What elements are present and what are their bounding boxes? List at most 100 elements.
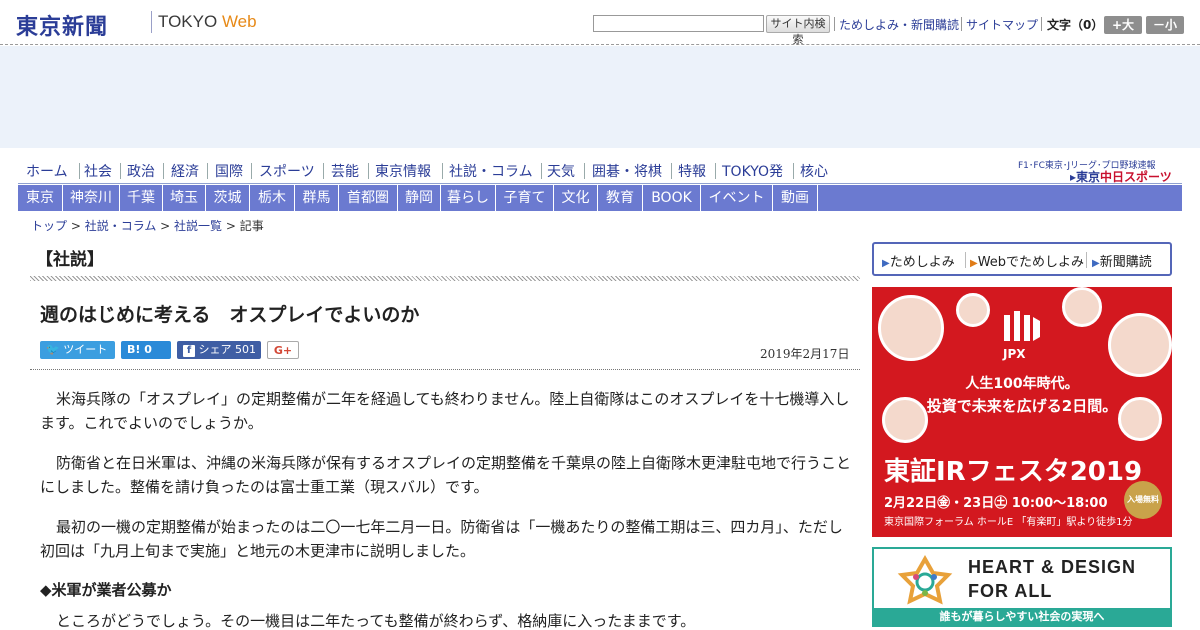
heart-design-title-1: HEART & DESIGN [968,557,1137,577]
header-divider [961,17,962,31]
sidebar-link-label: ためしよみ [889,255,955,270]
lnav-item-video[interactable]: 動画 [773,185,817,211]
lnav-item-ibaraki[interactable]: 茨城 [206,185,249,211]
facebook-icon: f [183,345,195,357]
twitter-share-label: ツイート [63,343,108,356]
top-ad-banner[interactable] [0,46,1200,148]
lnav-item-tokyo[interactable]: 東京 [18,185,62,211]
lnav-item-culture[interactable]: 文化 [554,185,597,211]
breadcrumb-current: 記事 [239,219,264,233]
ad-photo-couple [1062,287,1102,327]
article-paragraph: 最初の一機の定期整備が始まったのは二〇一七年二月一日。防衛省は「一機あたりの整備… [40,518,843,560]
lnav-item-event[interactable]: イベント [701,185,772,211]
sidebar-link-label: Webでためしよみ [977,255,1085,270]
lnav-item-shutoken[interactable]: 首都圏 [339,185,397,211]
sidebar-link-subscribe[interactable]: ▶新聞購読 [1092,251,1152,270]
gnav-divider [323,163,324,179]
hatena-count: 0 [144,343,152,356]
gnav-item-home[interactable]: ホーム [26,161,68,181]
lnav-item-shizuoka[interactable]: 静岡 [398,185,440,211]
article-date: 2019年2月17日 [760,347,850,361]
lnav-divider [817,185,818,211]
article-paragraph: 防衛省と在日米軍は、沖縄の米海兵隊が保有するオスプレイの定期整備を千葉県の陸上自… [40,454,852,496]
lnav-item-tochigi[interactable]: 栃木 [250,185,294,211]
jpx-headline-2: 投資で未来を広げる2日間。 [926,397,1118,415]
chunichi-sports-link[interactable]: ▸東京中日スポーツ [1070,168,1172,185]
gnav-item-tokyo-hatsu[interactable]: TOKYO発 [722,161,783,181]
search-button[interactable]: サイト内検索 [766,15,830,46]
sidebar-link-web-trial[interactable]: ▶Webでためしよみ [970,251,1084,270]
sidebar-link-label: 新聞購読 [1099,255,1152,270]
gnav-item-sports[interactable]: スポーツ [259,161,315,181]
article-category: 【社説】 [36,250,104,270]
gnav-item-tokyo-info[interactable]: 東京情報 [375,161,431,181]
lnav-item-education[interactable]: 教育 [598,185,642,211]
article-title: 週のはじめに考える オスプレイでよいのか [40,304,420,326]
lnav-item-gunma[interactable]: 群馬 [295,185,338,211]
ad-photo-man [1108,313,1172,377]
gnav-divider [368,163,369,179]
gnav-item-editorial-column[interactable]: 社説・コラム [449,161,533,181]
article-subheading: ◆米軍が業者公募か [40,581,172,599]
heart-design-title-2: FOR ALL [968,581,1053,601]
font-larger-button[interactable]: +大 [1104,16,1142,34]
gnav-item-society[interactable]: 社会 [84,161,112,181]
font-smaller-button[interactable]: －小 [1146,16,1184,34]
breadcrumb-editorial-column[interactable]: 社説・コラム [85,219,157,233]
breadcrumb-top[interactable]: トップ [31,219,67,233]
heart-design-logo-icon [897,554,953,605]
jpx-event-date: 2月22日㊎・23日㊏ 10:00～18:00 [884,496,1108,511]
heart-design-tagline: 誰もが暮らしやすい社会の実現へ [874,608,1170,625]
sidebar-link-divider [1086,252,1087,268]
lnav-item-chiba[interactable]: 千葉 [120,185,162,211]
header-divider [1041,17,1042,31]
gnav-item-core[interactable]: 核心 [800,161,828,181]
lnav-item-parenting[interactable]: 子育て [496,185,553,211]
gnav-item-entertainment[interactable]: 芸能 [331,161,359,181]
hatena-icon: B! [127,343,141,356]
gnav-item-go-shogi[interactable]: 囲碁・将棋 [592,161,662,181]
site-logo-sub[interactable]: TOKYO Web [158,12,257,32]
breadcrumb-editorial-list[interactable]: 社説一覧 [174,219,222,233]
twitter-bird-icon: 🐦 [46,343,60,356]
gnav-item-economy[interactable]: 経済 [171,161,199,181]
jpx-free-badge: 入場無料 [1124,481,1162,519]
gnav-item-international[interactable]: 国際 [215,161,243,181]
google-plus-share-button[interactable]: G+ [267,341,299,359]
trial-subscribe-link[interactable]: ためしよみ・新聞購読 [839,16,959,33]
facebook-share-label: シェア [198,343,232,356]
twitter-share-button[interactable]: 🐦 ツイート [40,341,115,359]
triangle-right-icon: ▶ [970,258,978,269]
search-input[interactable] [593,15,764,32]
triangle-right-icon: ▶ [882,258,890,269]
lnav-item-saitama[interactable]: 埼玉 [163,185,205,211]
article-paragraph: ところがどうでしょう。その一機目は二年たっても整備が終わらず、格納庫に入ったまま… [56,612,696,630]
breadcrumb: トップ > 社説・コラム > 社説一覧 > 記事 [31,219,264,233]
hatched-divider [30,276,860,281]
logo-sub-web: Web [221,12,257,31]
gnav-item-politics[interactable]: 政治 [127,161,155,181]
gnav-divider [584,163,585,179]
jpx-event-venue: 東京国際フォーラム ホールE 「有楽町」駅より徒歩1分 [884,517,1133,528]
lnav-item-book[interactable]: BOOK [643,185,700,211]
triangle-right-icon: ▶ [1092,258,1100,269]
gnav-item-weather[interactable]: 天気 [547,161,575,181]
sitemap-link[interactable]: サイトマップ [966,16,1038,33]
jpx-headline-1: 人生100年時代。 [965,376,1079,392]
header-divider [834,17,835,31]
jpx-ir-festa-ad[interactable]: JPX 人生100年時代。 投資で未来を広げる2日間。 東証IRフェスタ2019… [872,287,1172,537]
gnav-divider [207,163,208,179]
sidebar-link-divider [965,252,966,268]
gnav-divider [442,163,443,179]
sidebar-link-trial[interactable]: ▶ためしよみ [882,251,955,270]
heart-design-ad[interactable]: HEART & DESIGN FOR ALL 誰もが暮らしやすい社会の実現へ [872,547,1172,627]
hatena-bookmark-button[interactable]: B! 0 [121,341,171,359]
site-logo[interactable]: 東京新聞 [16,9,108,41]
gnav-item-special[interactable]: 特報 [678,161,706,181]
lnav-item-kanagawa[interactable]: 神奈川 [63,185,119,211]
facebook-share-count: 501 [235,343,256,356]
lnav-item-living[interactable]: 暮らし [441,185,495,211]
facebook-share-button[interactable]: f シェア 501 [177,341,261,359]
ad-photo-family [956,293,990,327]
logo-divider [151,11,152,33]
